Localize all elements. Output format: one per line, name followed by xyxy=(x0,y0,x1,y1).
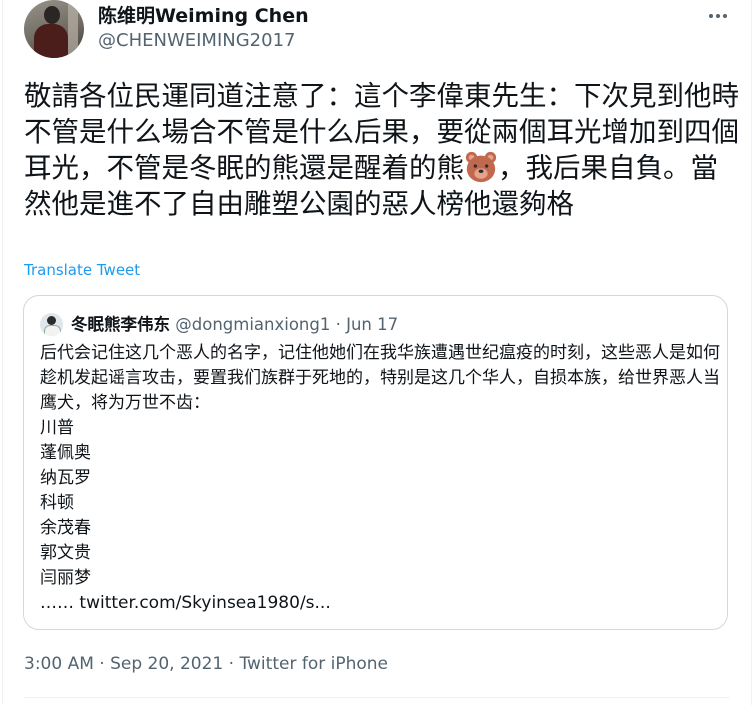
tweet-timestamp[interactable]: 3:00 AM · Sep 20, 2021 · xyxy=(24,654,239,674)
quoted-name-item: 科顿 xyxy=(40,493,74,513)
bear-face-icon xyxy=(464,150,498,184)
quoted-tweet-paragraph: 后代会记住这几个恶人的名字，记住他她们在我华族遭遇世纪瘟疫的时刻，这些恶人是如何… xyxy=(40,343,720,413)
quoted-tweet-body: 后代会记住这几个恶人的名字，记住他她们在我华族遭遇世纪瘟疫的时刻，这些恶人是如何… xyxy=(40,341,720,616)
quoted-name-item: 蓬佩奥 xyxy=(40,443,91,463)
quoted-author-avatar xyxy=(40,313,63,336)
translate-tweet-link[interactable]: Translate Tweet xyxy=(24,260,140,280)
quoted-tweet-header: 冬眠熊李伟东 @dongmianxiong1 · Jun 17 xyxy=(71,314,398,336)
quoted-author-handle: @dongmianxiong1 xyxy=(175,315,331,334)
author-display-name[interactable]: 陈维明Weiming Chen xyxy=(98,4,309,28)
tweet-text: 敬請各位民運同道注意了：這个李偉東先生：下次見到他時不管是什么場合不管是什么后果… xyxy=(24,78,739,222)
right-border xyxy=(751,0,752,705)
tweet-source[interactable]: Twitter for iPhone xyxy=(239,654,388,674)
quoted-name-item: 闫丽梦 xyxy=(40,568,91,588)
more-options-icon[interactable] xyxy=(704,8,732,24)
quoted-name-item: 余茂春 xyxy=(40,518,91,538)
divider xyxy=(24,697,730,698)
quoted-author-name: 冬眠熊李伟东 xyxy=(71,315,170,334)
quoted-name-item: 川普 xyxy=(40,418,74,438)
tweet-timestamp-row: 3:00 AM · Sep 20, 2021 · Twitter for iPh… xyxy=(24,653,388,675)
author-avatar[interactable] xyxy=(24,0,84,58)
left-border xyxy=(2,0,3,705)
author-handle[interactable]: @CHENWEIMING2017 xyxy=(98,29,295,53)
quoted-name-item: 郭文贵 xyxy=(40,543,91,563)
quoted-tweet-card[interactable]: 冬眠熊李伟东 @dongmianxiong1 · Jun 17 后代会记住这几个… xyxy=(23,295,728,630)
quoted-tweet-link[interactable]: …… twitter.com/Skyinsea1980/s... xyxy=(40,591,720,616)
quoted-name-item: 纳瓦罗 xyxy=(40,468,91,488)
quoted-tweet-date: · Jun 17 xyxy=(330,315,399,334)
